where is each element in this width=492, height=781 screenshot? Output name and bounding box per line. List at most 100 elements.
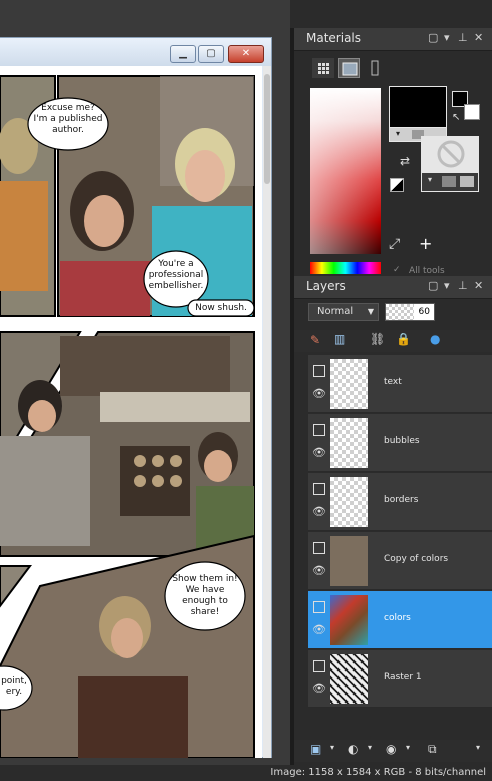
texture-icon (442, 176, 456, 187)
brush-icon[interactable]: ✎ (310, 333, 320, 347)
bubble-text: point, ery. (1, 676, 27, 697)
frame-tab[interactable] (364, 58, 386, 78)
transparent-toggle-icon[interactable] (390, 178, 404, 192)
image-canvas[interactable]: Excuse me? I'm a published author. You'r… (0, 66, 262, 758)
blend-mode-select[interactable]: Normal ▼ (308, 303, 379, 321)
chevron-down-icon[interactable]: ▾ (476, 743, 480, 752)
layer-row[interactable]: 👁 colors (308, 591, 492, 649)
eyedropper-icon[interactable]: ⤢ (389, 236, 400, 252)
layer-row[interactable]: 👁 Copy of colors (308, 532, 492, 590)
undock-icon[interactable]: ▢ (428, 279, 438, 292)
layer-thumbnail (330, 595, 368, 645)
swatches-tab[interactable] (312, 58, 334, 78)
opacity-field[interactable]: 60 (385, 303, 435, 321)
layer-row[interactable]: 👁 bubbles (308, 414, 492, 472)
eye-icon[interactable]: 👁 (312, 682, 326, 695)
layer-name: borders (384, 495, 419, 505)
eye-icon[interactable]: 👁 (312, 446, 326, 459)
comic-page (0, 66, 262, 758)
layer-list: 👁 text 👁 bubbles 👁 borders 👁 Copy of col… (308, 355, 492, 740)
swap-small-icon[interactable]: ↖ (452, 112, 460, 123)
close-panel-icon[interactable]: ✕ (474, 279, 483, 292)
layer-visibility: 👁 (311, 540, 327, 582)
pattern-icon (460, 176, 474, 187)
bubble-text: Excuse me? I'm a published author. (33, 103, 103, 135)
layers-header: Layers ▢ ▾ ⊥ ✕ (294, 276, 492, 299)
eye-icon[interactable]: 👁 (312, 505, 326, 518)
layer-name: text (384, 377, 402, 387)
link-icon[interactable]: ⛓ (370, 332, 385, 346)
document-window: ▁ ▢ ✕ Excuse me? I'm a published author.… (0, 37, 272, 758)
maximize-button[interactable]: ▢ (198, 45, 224, 63)
layer-toolbar: ✎ ▥ ⛓ 🔒 ● (294, 330, 492, 352)
layer-name: bubbles (384, 436, 420, 446)
dropdown-arrow-icon[interactable]: ▾ (428, 175, 432, 184)
add-swatch-icon[interactable]: + (419, 234, 432, 253)
panel-divider[interactable] (290, 28, 294, 765)
layer-visibility: 👁 (311, 481, 327, 523)
bubble-text: Show them in! We have enough to share! (172, 574, 238, 617)
layer-group-icon[interactable] (313, 601, 325, 613)
layer-group-icon[interactable] (313, 365, 325, 377)
eye-icon[interactable]: 👁 (312, 623, 326, 636)
layer-thumbnail (330, 359, 368, 409)
layer-group-icon[interactable] (313, 660, 325, 672)
new-layer-icon[interactable]: ▣ (310, 742, 321, 756)
layer-name: Raster 1 (384, 672, 422, 682)
character-body (78, 676, 188, 758)
adjustment-layer-icon[interactable]: ◐ (348, 742, 358, 756)
vertical-scrollbar[interactable] (263, 66, 271, 758)
pin-icon[interactable]: ⊥ (458, 279, 468, 292)
layer-visibility: 👁 (311, 658, 327, 700)
document-titlebar[interactable]: ▁ ▢ ✕ (0, 38, 271, 66)
dropdown-arrow-icon[interactable]: ▾ (396, 129, 400, 138)
materials-title: Materials (306, 31, 362, 45)
layer-row[interactable]: 👁 text (308, 355, 492, 413)
chevron-down-icon[interactable]: ▾ (330, 743, 334, 752)
minimize-button[interactable]: ▁ (170, 45, 196, 63)
close-panel-icon[interactable]: ✕ (474, 31, 483, 44)
layer-thumbnail (330, 654, 368, 704)
all-tools-label: All tools (409, 266, 445, 276)
swap-colors-icon[interactable]: ⇄ (400, 154, 410, 168)
mask-icon[interactable]: ▥ (334, 332, 345, 346)
color-picker-gradient[interactable] (310, 88, 381, 254)
layer-thumbnail (330, 418, 368, 468)
menu-arrow-icon[interactable]: ▾ (444, 31, 450, 44)
chevron-down-icon[interactable]: ▾ (406, 743, 410, 752)
layer-group-icon[interactable] (313, 424, 325, 436)
scrollbar-thumb[interactable] (264, 74, 270, 184)
layer-visibility: 👁 (311, 363, 327, 405)
layer-row[interactable]: 👁 borders (308, 473, 492, 531)
foreground-color-swatch[interactable] (389, 86, 447, 128)
close-button[interactable]: ✕ (228, 45, 264, 63)
lock-icon[interactable]: 🔒 (396, 332, 411, 346)
pin-icon[interactable]: ⊥ (458, 31, 468, 44)
undock-icon[interactable]: ▢ (428, 31, 438, 44)
minimize-icon: ▁ (179, 48, 187, 59)
eye-icon[interactable]: 👁 (312, 387, 326, 400)
layer-group-icon[interactable] (313, 542, 325, 554)
eye-icon[interactable]: 👁 (312, 564, 326, 577)
layers-title: Layers (306, 279, 346, 293)
hue-slider[interactable] (310, 262, 381, 274)
maximize-icon: ▢ (206, 48, 216, 59)
merge-icon[interactable]: ⧉ (428, 742, 437, 757)
background-color-swatch[interactable]: ▾ (421, 136, 479, 192)
layer-name: colors (384, 613, 411, 623)
bubble-text: Now shush. (195, 303, 247, 313)
effects-icon[interactable]: ● (430, 332, 440, 346)
layer-row[interactable]: 👁 Raster 1 (308, 650, 492, 708)
mask-layer-icon[interactable]: ◉ (386, 742, 396, 756)
chevron-down-icon[interactable]: ▾ (368, 743, 372, 752)
rainbow-tab[interactable] (338, 58, 360, 78)
status-text: Image: 1158 x 1584 x RGB - 8 bits/channe… (270, 767, 486, 778)
layer-group-icon[interactable] (313, 483, 325, 495)
character-body (0, 181, 48, 291)
menu-arrow-icon[interactable]: ▾ (444, 279, 450, 292)
status-bar: Image: 1158 x 1584 x RGB - 8 bits/channe… (0, 765, 492, 781)
all-tools-checkbox[interactable]: ✓ (393, 265, 401, 275)
default-white-swatch[interactable] (464, 104, 480, 120)
blend-mode-value: Normal (317, 306, 354, 317)
layer-visibility: 👁 (311, 599, 327, 641)
